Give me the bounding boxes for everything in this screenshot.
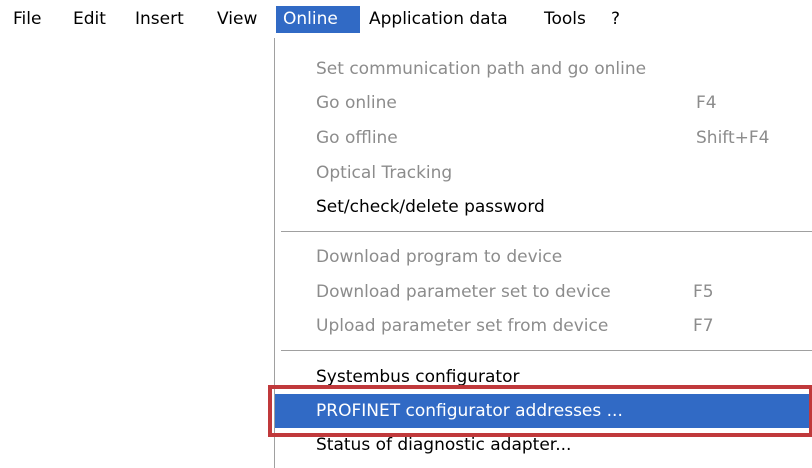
menu-item-go-offline[interactable]: Go offline Shift+F4 (275, 121, 812, 155)
menu-item-optical-tracking[interactable]: Optical Tracking (275, 156, 812, 190)
menu-item-go-online[interactable]: Go online F4 (275, 86, 812, 120)
menu-item-upload-parameter-set[interactable]: Upload parameter set from device F7 (275, 309, 812, 343)
menu-item-shortcut: F7 (693, 316, 714, 336)
menu-item-label: Optical Tracking (316, 163, 453, 183)
menu-item-label: Set communication path and go online (316, 59, 647, 79)
menu-item-label: Download program to device (316, 247, 563, 267)
menu-item-label: Status of diagnostic adapter... (316, 435, 572, 455)
menu-application-data[interactable]: Application data (362, 6, 515, 33)
menu-item-label: PROFINET configurator addresses ... (316, 401, 623, 421)
menu-item-download-program[interactable]: Download program to device (275, 240, 812, 274)
menu-item-profinet-configurator[interactable]: PROFINET configurator addresses ... (275, 394, 812, 428)
menu-item-systembus-configurator[interactable]: Systembus configurator (275, 360, 812, 394)
menu-help[interactable]: ? (604, 6, 627, 33)
menu-separator (281, 231, 812, 233)
menu-item-download-parameter-set[interactable]: Download parameter set to device F5 (275, 275, 812, 309)
menu-item-set-communication-path[interactable]: Set communication path and go online (275, 52, 812, 86)
menu-separator (281, 350, 812, 352)
menu-item-label: Go offline (316, 128, 398, 148)
menu-item-set-check-delete-password[interactable]: Set/check/delete password (275, 190, 812, 224)
menu-item-label: Systembus configurator (316, 367, 520, 387)
menu-bar: File Edit Insert View Online Application… (0, 0, 812, 38)
menu-online[interactable]: Online (276, 6, 360, 33)
menu-edit[interactable]: Edit (66, 6, 113, 33)
menu-file[interactable]: File (6, 6, 48, 33)
menu-item-shortcut: Shift+F4 (696, 128, 770, 148)
menu-item-shortcut: F5 (693, 282, 714, 302)
menu-view[interactable]: View (210, 6, 264, 33)
menu-item-label: Set/check/delete password (316, 197, 545, 217)
menu-item-label: Upload parameter set from device (316, 316, 609, 336)
online-dropdown-menu: Set communication path and go online Go … (274, 38, 812, 468)
menu-item-shortcut: F4 (696, 93, 717, 113)
menu-insert[interactable]: Insert (128, 6, 191, 33)
menu-item-label: Download parameter set to device (316, 282, 611, 302)
menu-item-label: Go online (316, 93, 397, 113)
menu-tools[interactable]: Tools (537, 6, 593, 33)
menu-item-status-diagnostic-adapter[interactable]: Status of diagnostic adapter... (275, 428, 812, 462)
